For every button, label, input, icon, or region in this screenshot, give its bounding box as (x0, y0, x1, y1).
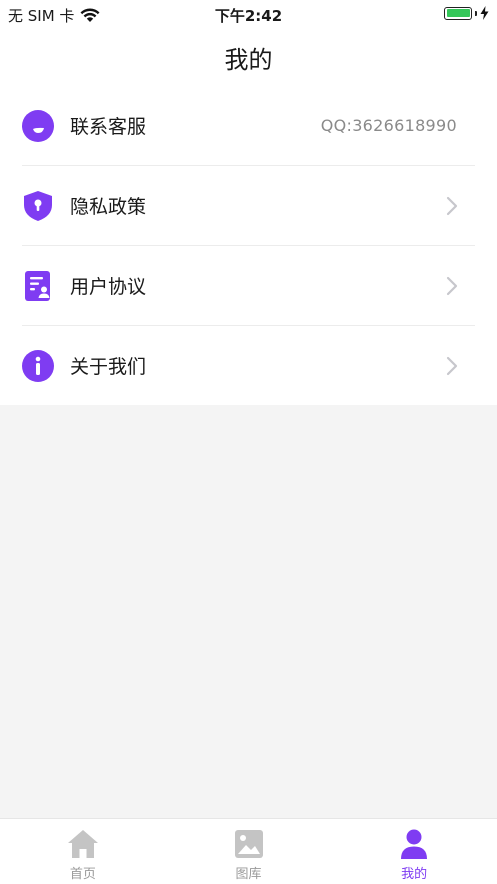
battery-nub (475, 10, 477, 16)
chevron-right-icon (446, 356, 458, 375)
battery-icon (444, 6, 472, 20)
tab-label: 我的 (401, 867, 428, 882)
chevron-right-icon (446, 196, 458, 215)
chat-bubble-icon (22, 109, 54, 142)
tab-home[interactable]: 首页 (0, 819, 166, 884)
tab-label: 图库 (235, 867, 262, 882)
menu-label: 联系客服 (70, 116, 147, 138)
tab-bar: 首页 图库 我的 (0, 818, 497, 884)
menu-label: 隐私政策 (70, 196, 147, 218)
menu-label: 用户协议 (70, 276, 147, 298)
menu-list: 联系客服 QQ:3626618990 隐私政策 用户协议 关于我们 (0, 86, 497, 405)
shield-lock-icon (24, 190, 52, 221)
gallery-icon (234, 830, 263, 858)
status-bar: 无 SIM 卡 下午2:42 (0, 0, 497, 28)
home-icon (67, 830, 98, 858)
tab-mine[interactable]: 我的 (331, 819, 497, 884)
tab-label: 首页 (69, 867, 96, 882)
charging-bolt-icon (480, 6, 489, 20)
document-user-icon (25, 270, 50, 301)
menu-item-user-agreement[interactable]: 用户协议 (22, 246, 475, 326)
chevron-right-icon (446, 276, 458, 295)
menu-label: 关于我们 (70, 356, 147, 378)
menu-item-privacy-policy[interactable]: 隐私政策 (22, 166, 475, 246)
info-icon (22, 349, 54, 382)
menu-item-contact-service[interactable]: 联系客服 QQ:3626618990 (22, 86, 475, 166)
nav-bar: 我的 (0, 28, 497, 87)
user-icon (401, 829, 428, 859)
status-right (444, 6, 489, 20)
tab-gallery[interactable]: 图库 (166, 819, 332, 884)
menu-item-about-us[interactable]: 关于我们 (22, 326, 475, 405)
status-time: 下午2:42 (214, 7, 283, 25)
page-title: 我的 (224, 45, 273, 74)
qq-number: QQ:3626618990 (320, 116, 457, 135)
